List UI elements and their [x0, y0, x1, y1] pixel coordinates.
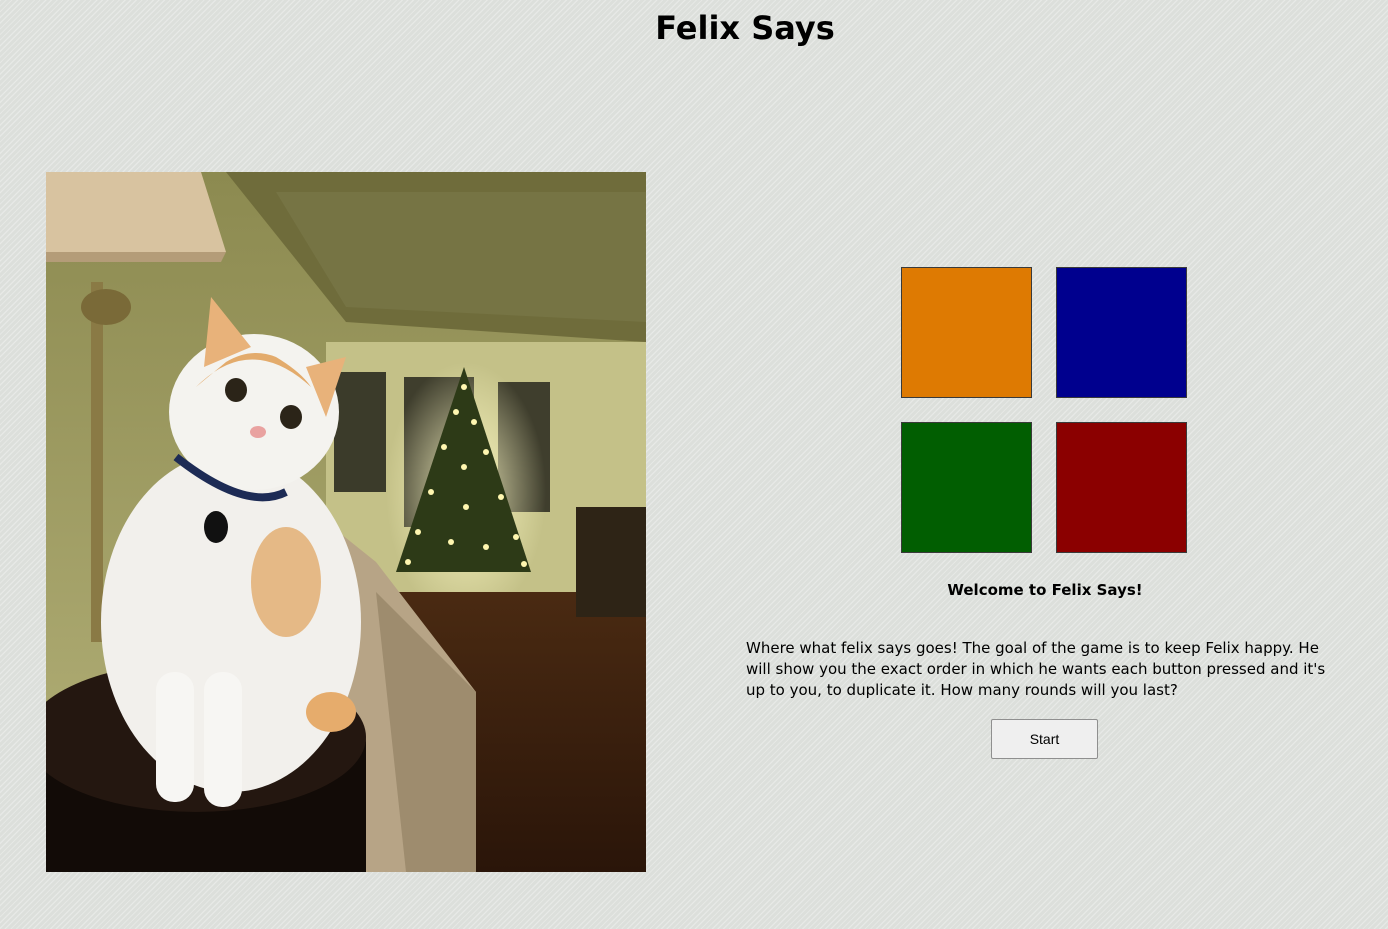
- page-title: Felix Says: [655, 9, 835, 47]
- red-pad[interactable]: [1056, 422, 1187, 553]
- orange-pad[interactable]: [901, 267, 1032, 398]
- game-instructions: Where what felix says goes! The goal of …: [746, 639, 1326, 699]
- start-button[interactable]: Start: [991, 719, 1098, 759]
- felix-cat-photo: [46, 172, 646, 872]
- blue-pad[interactable]: [1056, 267, 1187, 398]
- welcome-message: Welcome to Felix Says!: [947, 581, 1143, 599]
- green-pad[interactable]: [901, 422, 1032, 553]
